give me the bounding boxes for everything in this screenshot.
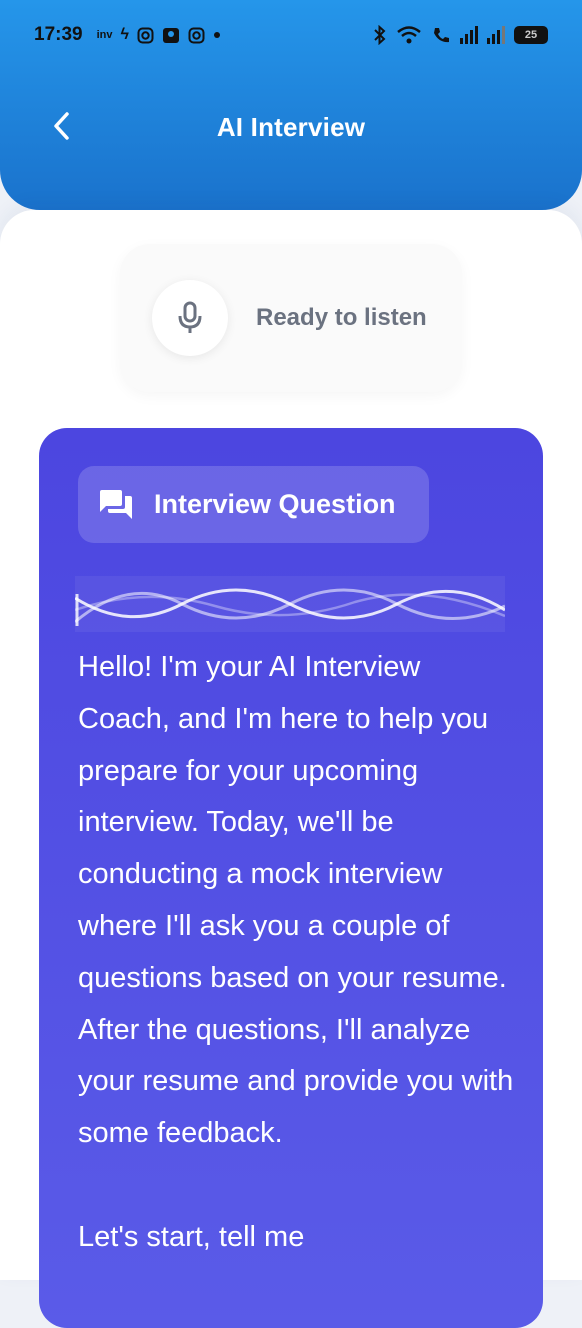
page-title: AI Interview bbox=[216, 111, 366, 142]
nav-bar: AI Interview bbox=[0, 92, 582, 162]
contacts-icon bbox=[162, 27, 179, 43]
battery-icon: 25 bbox=[514, 26, 548, 44]
question-card: Interview Question Hello! I'm your AI In… bbox=[39, 428, 543, 1328]
status-bar: 17:39 inv ϟ 25 bbox=[0, 0, 582, 70]
system-icons: 25 bbox=[373, 25, 548, 45]
flash-icon: ϟ bbox=[120, 26, 129, 43]
instagram-icon bbox=[188, 27, 205, 43]
signal-icon bbox=[460, 26, 478, 44]
wifi-icon bbox=[397, 26, 421, 44]
instagram-icon bbox=[137, 27, 154, 43]
question-text: Hello! I'm your AI Interview Coach, and … bbox=[78, 651, 514, 1253]
listen-status-label: Ready to listen bbox=[256, 304, 427, 331]
status-time: 17:39 bbox=[34, 24, 83, 45]
mic-button[interactable] bbox=[152, 280, 228, 356]
call-icon bbox=[434, 28, 449, 43]
chat-icon bbox=[100, 489, 132, 519]
main-content: Ready to listen Interview Question Hello… bbox=[0, 210, 582, 1328]
dot-icon bbox=[213, 32, 220, 38]
app-header: 17:39 inv ϟ 25 AI Interview bbox=[0, 0, 582, 210]
inv-icon: inv bbox=[96, 29, 113, 41]
bluetooth-icon bbox=[374, 25, 386, 45]
question-chip-label: Interview Question bbox=[154, 489, 396, 519]
audio-waveform bbox=[75, 576, 505, 632]
chevron-left-icon bbox=[54, 112, 69, 140]
notification-icons: inv ϟ bbox=[97, 26, 221, 44]
microphone-icon bbox=[178, 301, 202, 333]
back-button[interactable] bbox=[42, 106, 82, 146]
question-chip: Interview Question bbox=[78, 466, 429, 543]
battery-level: 25 bbox=[524, 29, 538, 41]
signal-icon-2 bbox=[487, 26, 505, 44]
listen-status-card: Ready to listen bbox=[120, 244, 462, 392]
